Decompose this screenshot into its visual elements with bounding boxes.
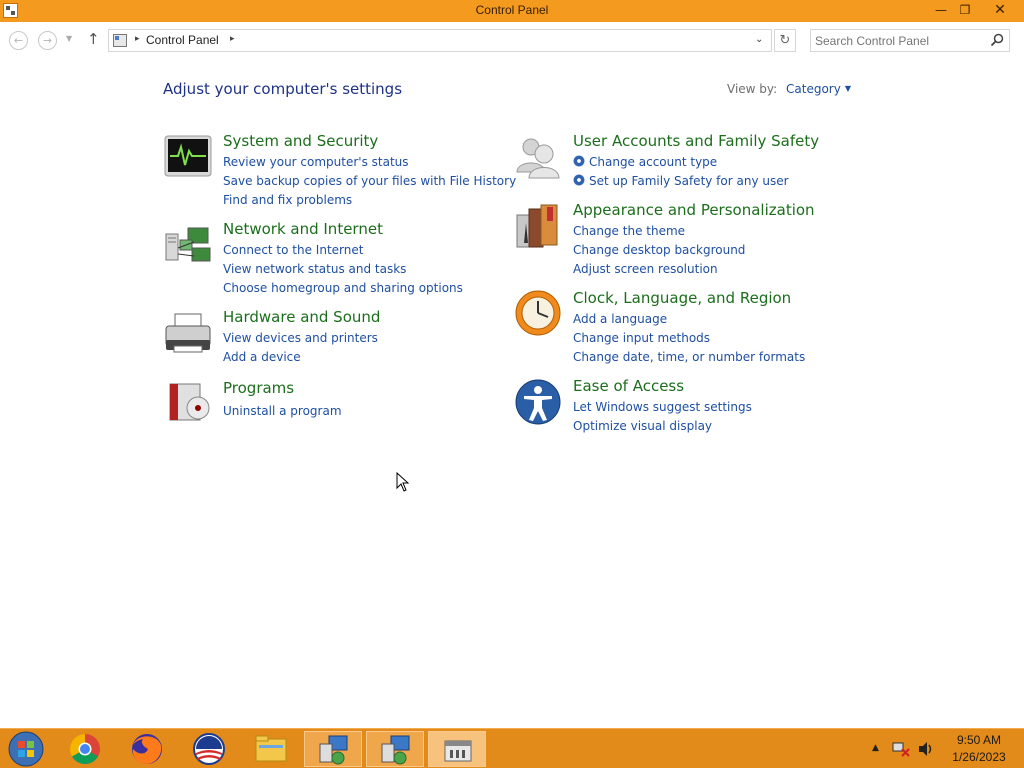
page-title: Adjust your computer's settings: [163, 80, 403, 98]
breadcrumb-separator-icon[interactable]: ▸: [135, 34, 140, 44]
link-windows-suggest-settings[interactable]: Let Windows suggest settings: [573, 400, 752, 414]
network-status-icon[interactable]: [892, 741, 910, 757]
view-by-value[interactable]: Category: [786, 82, 841, 96]
breadcrumb-separator-icon[interactable]: ▸: [230, 34, 235, 44]
link-review-status[interactable]: Review your computer's status: [223, 155, 409, 169]
link-optimize-visual-display[interactable]: Optimize visual display: [573, 419, 712, 433]
category-title-hardware-sound[interactable]: Hardware and Sound: [223, 308, 380, 326]
link-uninstall-program[interactable]: Uninstall a program: [223, 404, 342, 418]
window-title: Control Panel: [475, 3, 549, 17]
search-icon[interactable]: [990, 33, 1004, 47]
search-box[interactable]: [810, 29, 1010, 52]
link-family-safety[interactable]: Set up Family Safety for any user: [573, 174, 789, 188]
restore-button[interactable]: ❐: [952, 0, 978, 20]
programs-icon[interactable]: [164, 378, 212, 426]
appearance-icon[interactable]: [514, 203, 562, 251]
link-find-fix-problems[interactable]: Find and fix problems: [223, 193, 352, 207]
recent-locations-icon[interactable]: ▼: [66, 34, 72, 43]
link-date-time-formats[interactable]: Change date, time, or number formats: [573, 350, 805, 364]
search-input[interactable]: [815, 32, 985, 49]
uac-shield-icon: [573, 174, 585, 186]
taskbar-network-app[interactable]: [366, 731, 424, 767]
taskbar-control-panel[interactable]: [428, 731, 486, 767]
file-explorer-icon[interactable]: [242, 731, 300, 767]
network-icon[interactable]: [164, 224, 212, 272]
category-title-network-internet[interactable]: Network and Internet: [223, 220, 383, 238]
mouse-cursor-icon: [396, 472, 410, 492]
control-panel-small-icon: [113, 34, 127, 47]
category-title-clock-language-region[interactable]: Clock, Language, and Region: [573, 289, 791, 307]
category-title-system-security[interactable]: System and Security: [223, 132, 378, 150]
chrome-icon[interactable]: [56, 731, 114, 767]
link-change-account-type[interactable]: Change account type: [573, 155, 717, 169]
link-input-methods[interactable]: Change input methods: [573, 331, 710, 345]
ease-of-access-icon[interactable]: [514, 378, 562, 426]
link-text[interactable]: Set up Family Safety for any user: [589, 174, 789, 188]
category-title-programs[interactable]: Programs: [223, 379, 294, 397]
link-add-device[interactable]: Add a device: [223, 350, 301, 364]
users-icon[interactable]: [514, 134, 562, 182]
clock-time[interactable]: 9:50 AM: [944, 733, 1014, 747]
taskbar-network-app[interactable]: [304, 731, 362, 767]
clock-date[interactable]: 1/26/2023: [944, 750, 1014, 764]
system-security-icon[interactable]: [164, 135, 212, 183]
refresh-button[interactable]: ↻: [774, 29, 796, 52]
breadcrumb-control-panel[interactable]: Control Panel: [146, 33, 219, 47]
firefox-icon[interactable]: [118, 731, 176, 767]
clock-icon[interactable]: [514, 289, 562, 337]
link-network-status[interactable]: View network status and tasks: [223, 262, 406, 276]
link-connect-internet[interactable]: Connect to the Internet: [223, 243, 363, 257]
view-by-dropdown[interactable]: Category ▼: [786, 82, 851, 96]
obama-logo-icon[interactable]: [180, 731, 238, 767]
up-button[interactable]: ↑: [87, 30, 100, 48]
printer-icon[interactable]: [164, 310, 212, 358]
category-title-appearance[interactable]: Appearance and Personalization: [573, 201, 815, 219]
link-devices-printers[interactable]: View devices and printers: [223, 331, 378, 345]
link-change-theme[interactable]: Change the theme: [573, 224, 685, 238]
link-screen-resolution[interactable]: Adjust screen resolution: [573, 262, 718, 276]
volume-icon[interactable]: [917, 741, 935, 757]
link-file-history[interactable]: Save backup copies of your files with Fi…: [223, 174, 516, 188]
view-by-arrow-icon[interactable]: ▼: [845, 84, 851, 93]
forward-button[interactable]: →: [38, 31, 57, 50]
category-title-user-accounts[interactable]: User Accounts and Family Safety: [573, 132, 819, 150]
close-button[interactable]: ✕: [980, 0, 1020, 20]
link-add-language[interactable]: Add a language: [573, 312, 667, 326]
link-homegroup-sharing[interactable]: Choose homegroup and sharing options: [223, 281, 463, 295]
back-button[interactable]: ←: [9, 31, 28, 50]
minimize-button[interactable]: —: [928, 0, 954, 20]
show-hidden-icons-icon[interactable]: ▲: [872, 743, 879, 753]
view-by-label: View by:: [727, 82, 778, 96]
link-text[interactable]: Change account type: [589, 155, 717, 169]
address-bar[interactable]: ▸ Control Panel ▸ ⌄: [108, 29, 772, 52]
address-row: ← → ▼ ↑ ▸ Control Panel ▸ ⌄ ↻: [0, 22, 1024, 58]
control-panel-icon: [444, 740, 472, 762]
address-dropdown-icon[interactable]: ⌄: [755, 34, 763, 45]
link-desktop-background[interactable]: Change desktop background: [573, 243, 745, 257]
category-title-ease-of-access[interactable]: Ease of Access: [573, 377, 684, 395]
uac-shield-icon: [573, 155, 585, 167]
network-share-icon: [319, 735, 348, 765]
network-share-icon: [381, 735, 410, 765]
title-bar: Control Panel — ❐ ✕: [0, 0, 1024, 22]
start-orb-icon[interactable]: [4, 731, 48, 767]
taskbar: ▲ 9:50 AM 1/26/2023: [0, 728, 1024, 768]
